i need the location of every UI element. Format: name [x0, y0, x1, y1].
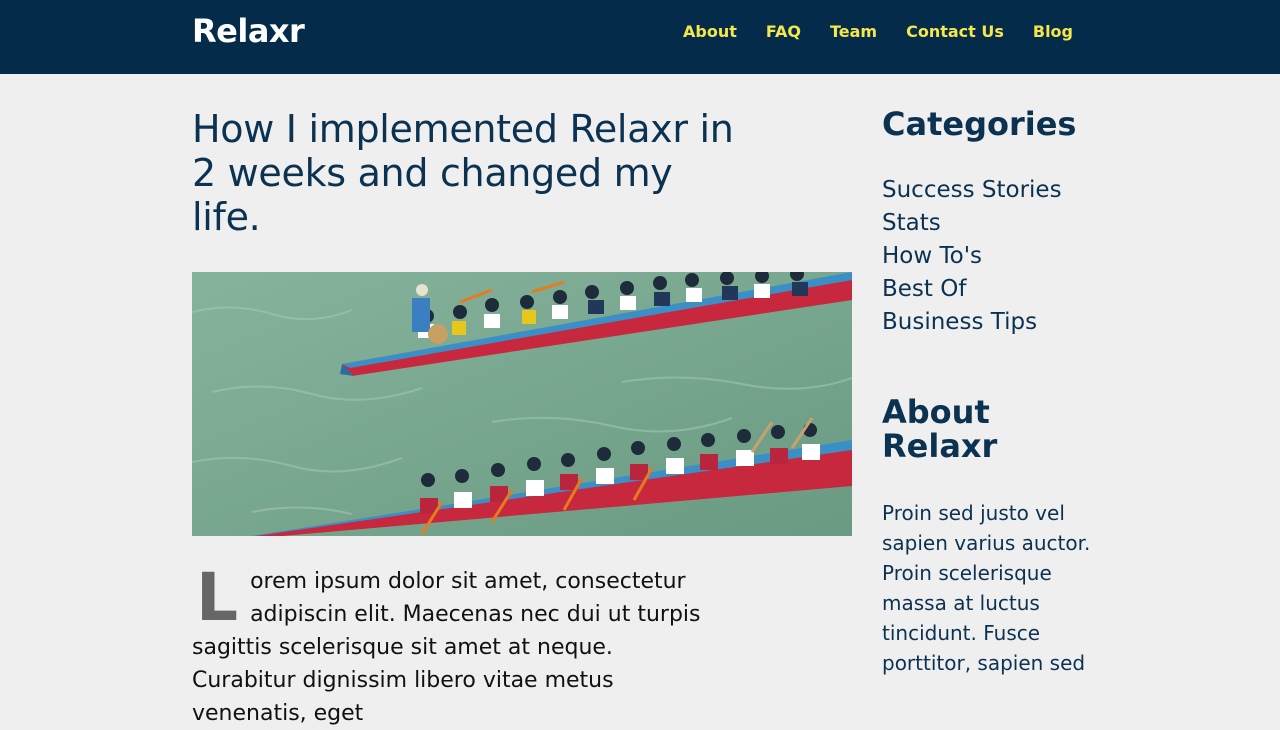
article-body-text: orem ipsum dolor sit amet, consectetur a… — [192, 569, 701, 726]
category-best-of[interactable]: Best Of — [882, 273, 1062, 306]
about-heading: About Relaxr — [882, 393, 998, 465]
post-title: How I implemented Relaxr in 2 weeks and … — [192, 107, 734, 239]
nav-link-blog[interactable]: Blog — [1033, 22, 1073, 42]
category-how-tos[interactable]: How To's — [882, 240, 1062, 273]
categories-heading: Categories — [882, 105, 1077, 143]
main-nav: About FAQ Team Contact Us Blog — [654, 22, 1073, 42]
about-text: Proin sed justo vel sapien varius auctor… — [882, 501, 1091, 675]
top-navbar: Relaxr About FAQ Team Contact Us Blog — [0, 0, 1280, 74]
nav-link-faq[interactable]: FAQ — [766, 22, 801, 42]
nav-link-contact-us[interactable]: Contact Us — [906, 22, 1004, 42]
drop-cap: L — [196, 559, 239, 636]
article-body: Lorem ipsum dolor sit amet, consectetur … — [192, 565, 712, 730]
category-stats[interactable]: Stats — [882, 207, 1062, 240]
category-success-stories[interactable]: Success Stories — [882, 174, 1062, 207]
nav-link-team[interactable]: Team — [830, 22, 877, 42]
nav-link-about[interactable]: About — [683, 22, 737, 42]
hero-image — [192, 272, 852, 536]
category-business-tips[interactable]: Business Tips — [882, 306, 1062, 339]
categories-list: Success Stories Stats How To's Best Of B… — [882, 174, 1062, 339]
site-logo[interactable]: Relaxr — [192, 12, 305, 50]
